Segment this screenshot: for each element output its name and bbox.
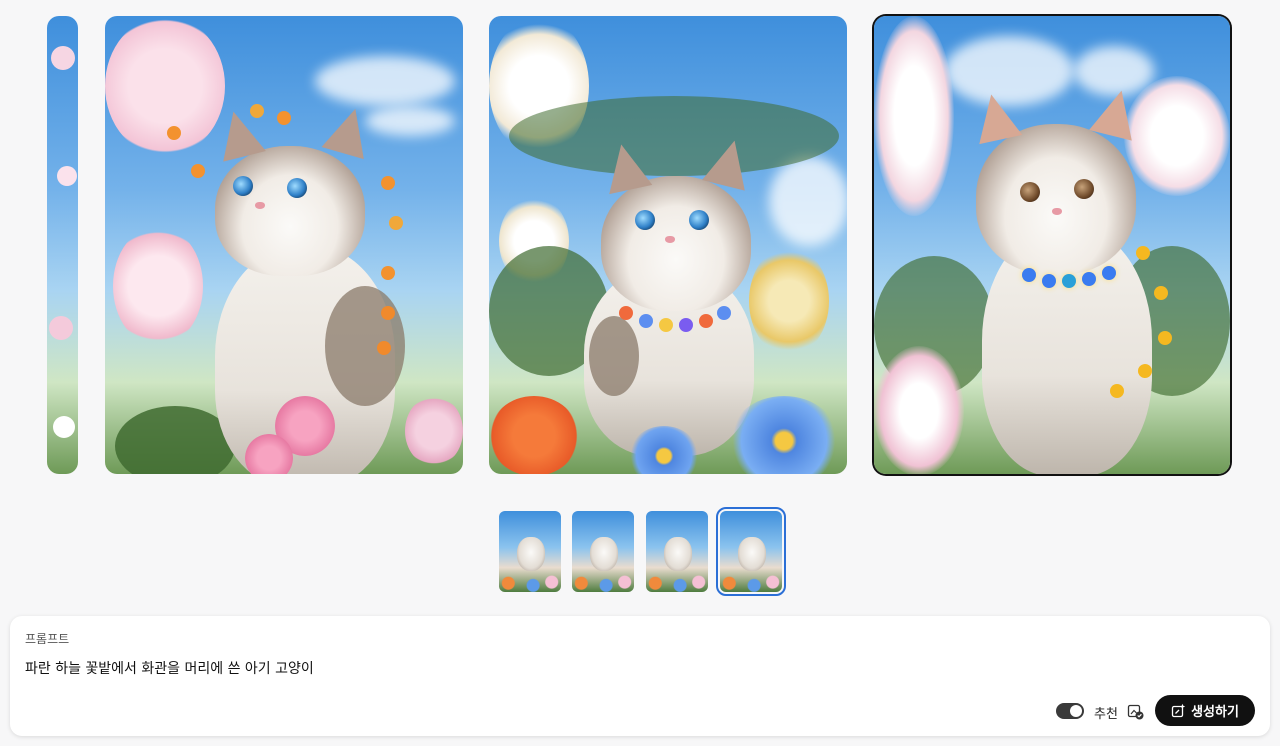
generate-button[interactable]: 생성하기 (1155, 695, 1255, 726)
generate-label: 생성하기 (1191, 705, 1239, 720)
thumbnail-strip (0, 507, 1280, 598)
kitten-image-2[interactable] (489, 16, 847, 474)
toggle-knob (1070, 705, 1082, 717)
kitten-image-1[interactable] (105, 16, 463, 474)
recommend-toggle[interactable] (1056, 703, 1084, 719)
kitten-image-3[interactable] (874, 16, 1230, 474)
image-content (874, 16, 1230, 474)
image-content (47, 16, 78, 474)
image-content (489, 16, 847, 474)
prompt-input[interactable]: 파란 하늘 꽃밭에서 화관을 머리에 쓴 아기 고양이 (25, 658, 314, 678)
thumbnail-4[interactable] (716, 507, 786, 596)
sparkle-edit-icon (1171, 703, 1186, 718)
image-content (105, 16, 463, 474)
kitten-image-partial[interactable] (47, 16, 78, 474)
recommend-label: 추천 (1094, 707, 1118, 722)
image-check-icon[interactable] (1127, 703, 1144, 720)
prompt-panel: 프롬프트 파란 하늘 꽃밭에서 화관을 머리에 쓴 아기 고양이 추천 생성하기 (10, 616, 1270, 736)
thumbnail-2[interactable] (572, 511, 634, 592)
prompt-label: 프롬프트 (25, 632, 70, 646)
thumbnail-1[interactable] (499, 511, 561, 592)
image-gallery (0, 0, 1280, 480)
thumbnail-3[interactable] (646, 511, 708, 592)
